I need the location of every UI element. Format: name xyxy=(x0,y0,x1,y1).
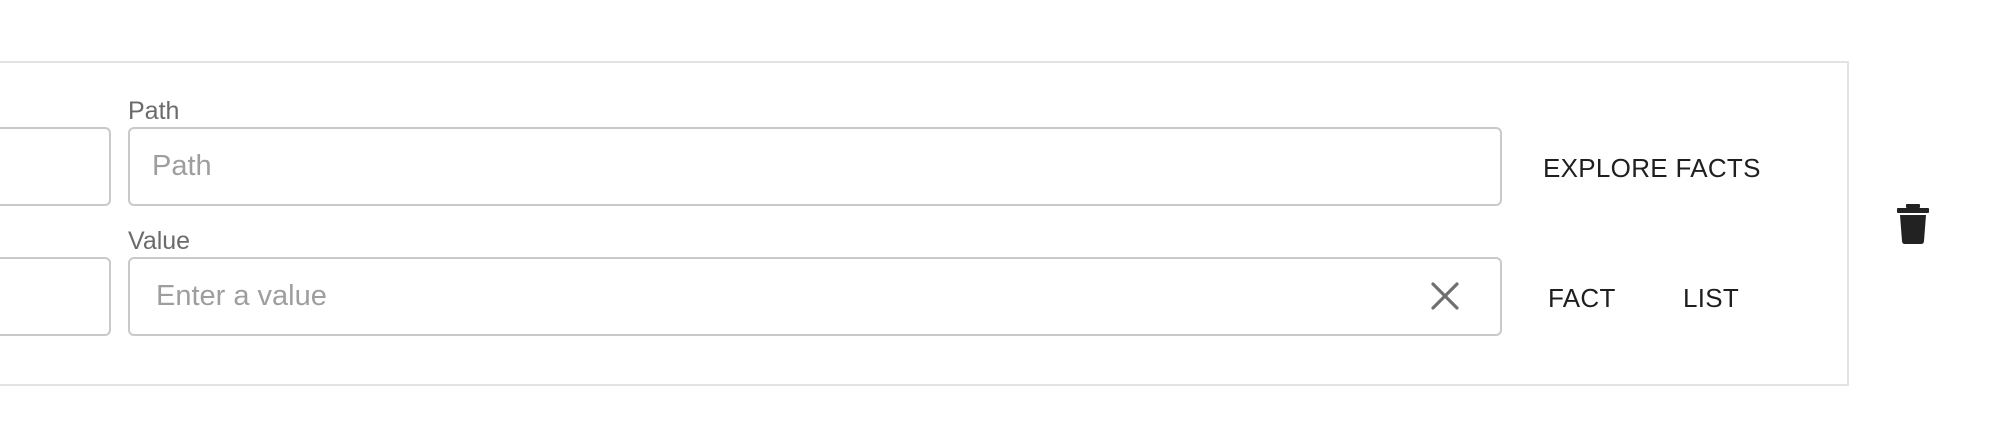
path-input[interactable] xyxy=(130,129,1500,204)
trash-icon[interactable] xyxy=(1897,204,1929,244)
value-label: Value xyxy=(128,227,191,255)
path-input-container[interactable] xyxy=(128,127,1502,206)
close-icon[interactable] xyxy=(1430,281,1460,311)
explore-facts-button[interactable]: EXPLORE FACTS xyxy=(1543,153,1761,183)
page: Path EXPLORE FACTS Value FACT LIST xyxy=(0,0,1996,422)
fact-button[interactable]: FACT xyxy=(1548,283,1616,313)
value-input-container[interactable] xyxy=(128,257,1502,336)
value-input[interactable] xyxy=(130,259,1500,334)
left-field-bottom[interactable] xyxy=(0,257,111,336)
list-button[interactable]: LIST xyxy=(1683,283,1739,313)
condition-card xyxy=(0,61,1849,386)
left-field-top[interactable] xyxy=(0,127,111,206)
path-label: Path xyxy=(128,97,180,125)
